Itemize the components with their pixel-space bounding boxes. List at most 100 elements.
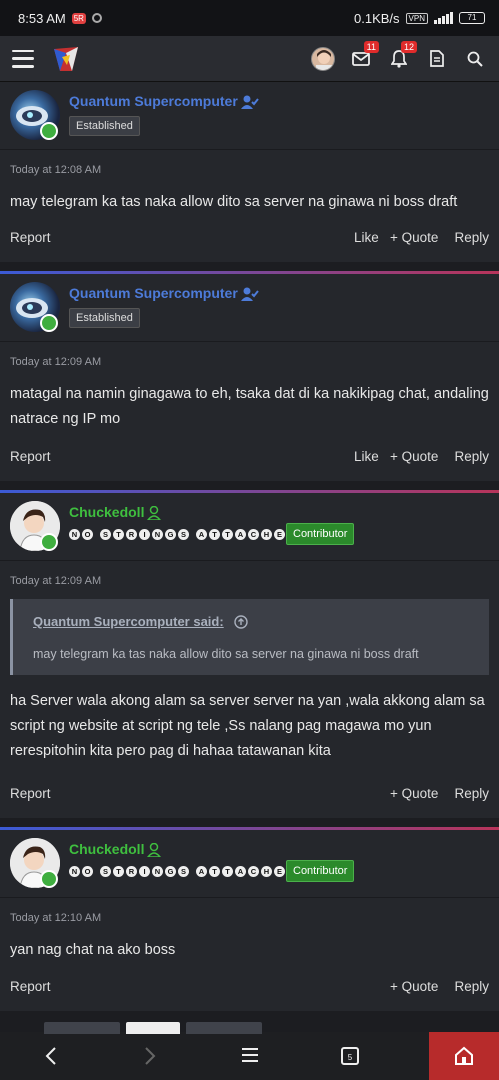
banner-letter: A (235, 529, 246, 540)
vpn-icon: VPN (405, 12, 428, 24)
banner-letter: E (274, 866, 285, 877)
banner-letter: T (222, 529, 233, 540)
clock: 8:53 AM (18, 10, 66, 26)
online-status-icon (40, 533, 58, 551)
user-title-badge: Established (69, 308, 140, 328)
banner-letter: R (126, 866, 137, 877)
document-icon[interactable] (425, 47, 449, 71)
post-body: ha Server wala akong alam sa server serv… (10, 693, 485, 759)
banner-gap (95, 529, 98, 540)
post-header: Chuckedoll NOSTRINGSATTACHED Contributor (0, 493, 499, 561)
quoted-message: Quantum Supercomputer said: may telegram… (10, 599, 489, 675)
username[interactable]: Quantum Supercomputer (69, 285, 259, 302)
svg-text:5: 5 (348, 1053, 353, 1062)
post-time[interactable]: Today at 12:08 AM (0, 150, 499, 176)
banner-letter: T (209, 866, 220, 877)
user-icon (147, 506, 162, 521)
username-text[interactable]: Quantum Supercomputer (69, 285, 238, 301)
report-link[interactable]: Report (10, 449, 51, 464)
report-link[interactable]: Report (10, 230, 51, 245)
post-time[interactable]: Today at 12:10 AM (0, 898, 499, 924)
post: Quantum Supercomputer Established Today … (0, 271, 499, 481)
banner-letter: S (100, 529, 111, 540)
banner-letter: N (152, 866, 163, 877)
user-banner: NOSTRINGSATTACHED (69, 529, 298, 540)
banner-letter: N (69, 529, 80, 540)
post-time[interactable]: Today at 12:09 AM (0, 561, 499, 587)
arrow-up-circle-icon[interactable] (234, 615, 248, 629)
quote-header[interactable]: Quantum Supercomputer said: (33, 613, 469, 631)
reply-button[interactable]: Reply (454, 786, 489, 801)
status-badge-icon: 5R (71, 12, 86, 24)
banner-letter: E (274, 529, 285, 540)
user-icon (147, 843, 162, 858)
menu-lines-icon[interactable] (241, 1046, 259, 1070)
site-logo[interactable] (50, 43, 82, 75)
forward-icon[interactable] (143, 1046, 157, 1072)
search-icon[interactable] (463, 47, 487, 71)
online-status-icon (40, 314, 58, 332)
quote-button[interactable]: + Quote (390, 230, 438, 245)
bell-icon[interactable]: 12 (387, 40, 417, 71)
post-time[interactable]: Today at 12:09 AM (0, 342, 499, 368)
contributor-badge: Contributor (286, 860, 355, 882)
banner-letter: H (261, 866, 272, 877)
username[interactable]: Quantum Supercomputer (69, 93, 259, 110)
like-button[interactable]: Like (354, 449, 379, 464)
banner-letter: T (222, 866, 233, 877)
post-header: Quantum Supercomputer Established (0, 274, 499, 342)
report-link[interactable]: Report (10, 979, 51, 994)
top-nav: 11 12 (0, 36, 499, 82)
tab-thumb[interactable] (44, 1022, 120, 1034)
banner-letter: R (126, 529, 137, 540)
banner-letter: A (235, 866, 246, 877)
home-button[interactable] (429, 1032, 499, 1080)
inbox-count: 11 (363, 40, 379, 53)
banner-letter: T (113, 529, 124, 540)
quote-label: Quote (401, 786, 439, 801)
menu-icon[interactable] (12, 49, 34, 68)
network-speed: 0.1KB/s (354, 10, 400, 26)
banner-letter: T (113, 866, 124, 877)
post: Chuckedoll NOSTRINGSATTACHED Contributor… (0, 827, 499, 1011)
reply-button[interactable]: Reply (454, 449, 489, 464)
post-body: may telegram ka tas naka allow dito sa s… (10, 194, 458, 210)
tab-thumb[interactable] (186, 1022, 262, 1034)
tabs-icon[interactable]: 5 (340, 1046, 360, 1072)
home-icon (455, 1046, 473, 1065)
quote-label: Quote (401, 230, 439, 245)
quote-source-link[interactable]: Quantum Supercomputer said: (33, 614, 224, 629)
inbox-icon[interactable]: 11 (349, 40, 379, 71)
like-button[interactable]: Like (354, 230, 379, 245)
post: Chuckedoll NOSTRINGSATTACHED Contributor… (0, 490, 499, 818)
user-avatar[interactable] (311, 46, 335, 71)
username-text[interactable]: Quantum Supercomputer (69, 93, 238, 109)
report-link[interactable]: Report (10, 786, 51, 801)
back-icon[interactable] (44, 1046, 58, 1072)
quote-button[interactable]: + Quote (390, 786, 438, 801)
quote-button[interactable]: + Quote (390, 449, 438, 464)
quote-button[interactable]: + Quote (390, 979, 438, 994)
plus-icon: + (390, 979, 402, 994)
username[interactable]: Chuckedoll (69, 504, 162, 521)
user-check-icon (240, 95, 259, 110)
alerts-count: 12 (400, 40, 417, 53)
tab-thumb-active[interactable] (126, 1022, 180, 1034)
banner-letter: C (248, 866, 259, 877)
post: Quantum Supercomputer Established Today … (0, 82, 499, 262)
banner-letter: N (69, 866, 80, 877)
post-actions: Report Like + Quote Reply (0, 230, 499, 248)
status-bar: 8:53 AM 5R 0.1KB/s VPN 71 (0, 0, 499, 36)
post-body: yan nag chat na ako boss (10, 942, 176, 958)
reply-button[interactable]: Reply (454, 230, 489, 245)
banner-letter: N (152, 529, 163, 540)
banner-letter: O (82, 529, 93, 540)
tab-strip (44, 1022, 262, 1034)
reply-button[interactable]: Reply (454, 979, 489, 994)
username[interactable]: Chuckedoll (69, 841, 162, 858)
post-actions: Report Like + Quote Reply (0, 449, 499, 467)
user-title-badge: Established (69, 116, 140, 136)
banner-letter: G (165, 866, 176, 877)
username-text[interactable]: Chuckedoll (69, 841, 144, 857)
username-text[interactable]: Chuckedoll (69, 504, 144, 520)
